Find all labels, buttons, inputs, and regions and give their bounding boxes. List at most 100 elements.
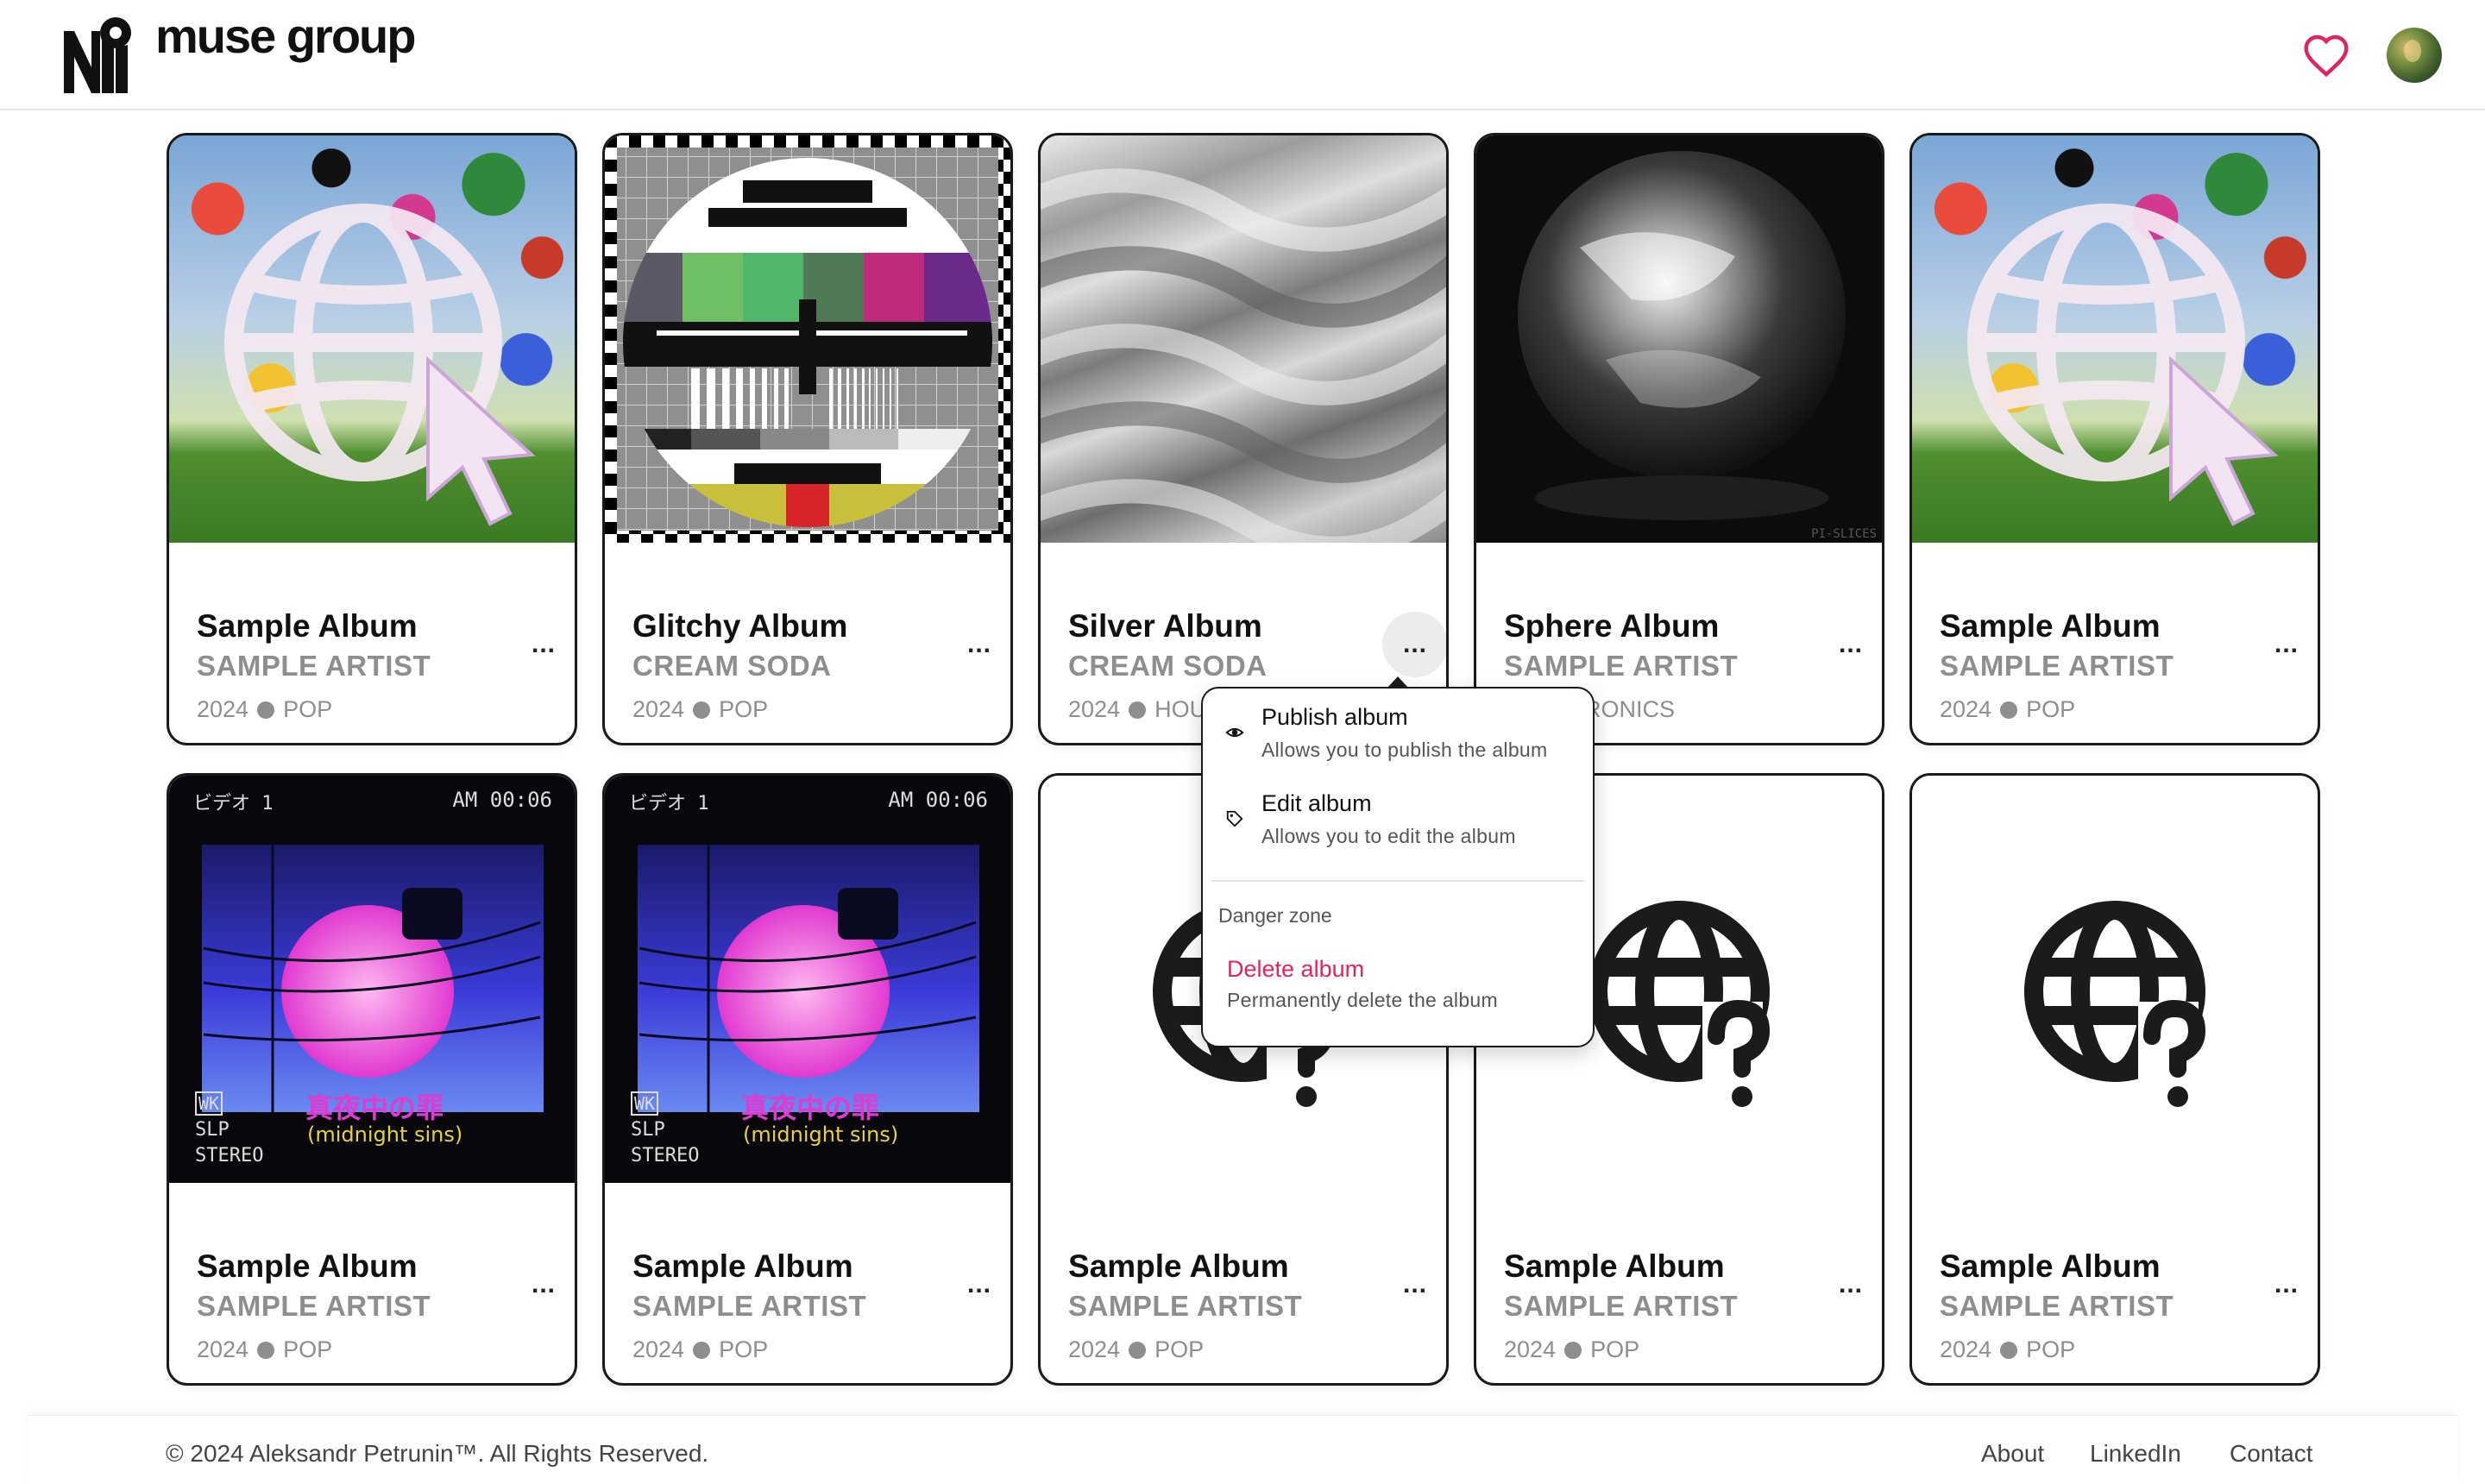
cover-label-en: (midnight sins) [743, 1122, 899, 1147]
glass-sphere-art [1518, 151, 1846, 520]
album-genre: POP [719, 1336, 769, 1362]
cover-label-en: (midnight sins) [307, 1122, 463, 1147]
album-year: 2024 [197, 1336, 249, 1362]
cover-caption: PI-SLICES [1811, 527, 1877, 541]
silver-waves-art [1041, 168, 1446, 543]
album-more-button[interactable]: ... [511, 1252, 575, 1317]
album-meta: 2024 POP [1068, 1336, 1204, 1363]
menu-item-publish[interactable]: Publish album Allows you to publish the … [1203, 704, 1593, 787]
menu-item-title: Edit album [1261, 790, 1372, 816]
album-title: Sample Album [197, 608, 418, 644]
album-meta: 2024 POP [632, 696, 768, 723]
album-artist[interactable]: SAMPLE ARTIST [1940, 650, 2174, 682]
album-more-button[interactable]: ... [1818, 1252, 1882, 1317]
album-cover-midnight-sins: ビデオ 1 AM 00:06 WK 真夜中の罪 SLP (midnight si… [169, 776, 575, 1183]
album-year: 2024 [1940, 696, 1992, 722]
album-artist[interactable]: CREAM SODA [632, 650, 832, 682]
copyright-text: © 2024 Aleksandr Petrunin™. All Rights R… [166, 1440, 709, 1467]
delete-album-button[interactable]: Delete album [1227, 956, 1364, 983]
menu-item-description: Allows you to edit the album [1261, 825, 1516, 847]
album-cover-placeholder [1912, 776, 2318, 1183]
album-cover-globe-collage [169, 135, 575, 543]
menu-divider [1211, 880, 1584, 882]
album-artist[interactable]: SAMPLE ARTIST [197, 1290, 431, 1323]
album-card[interactable]: Sample Album SAMPLE ARTIST 2024 POP ... [167, 133, 577, 745]
album-card[interactable]: Silver Album CREAM SODA 2024 HOU ... [1038, 133, 1449, 745]
album-artist[interactable]: SAMPLE ARTIST [632, 1290, 866, 1323]
album-more-button[interactable]: ... [2254, 1252, 2318, 1317]
album-artist[interactable]: CREAM SODA [1068, 650, 1268, 682]
menu-item-edit[interactable]: Edit album Allows you to edit the album [1203, 790, 1593, 873]
separator-dot [1129, 701, 1147, 719]
album-genre: HOU [1154, 696, 1207, 722]
globe-cursor-icon [224, 204, 536, 526]
footer-link-linkedin[interactable]: LinkedIn [2090, 1440, 2181, 1468]
album-more-button[interactable]: ... [1382, 612, 1446, 677]
album-artist[interactable]: SAMPLE ARTIST [1940, 1290, 2174, 1323]
album-title: Sample Album [1504, 1248, 1725, 1284]
album-title: Sample Album [197, 1248, 418, 1284]
menu-item-title: Publish album [1261, 704, 1408, 730]
footer-link-contact[interactable]: Contact [2230, 1440, 2313, 1468]
separator-dot [257, 701, 275, 719]
album-artist[interactable]: SAMPLE ARTIST [1504, 1290, 1738, 1323]
album-more-button[interactable]: ... [1818, 612, 1882, 677]
favorites-button[interactable] [2299, 28, 2354, 83]
album-artist[interactable]: SAMPLE ARTIST [1068, 1290, 1302, 1323]
album-title: Sample Album [1068, 1248, 1289, 1284]
album-more-button[interactable]: ... [1382, 1252, 1446, 1317]
album-meta: 2024 POP [1940, 696, 2075, 723]
globe-cursor-icon [1967, 204, 2279, 526]
footer-link-about[interactable]: About [1981, 1440, 2044, 1468]
cover-label-slp: SLP [631, 1119, 665, 1141]
cover-label-stereo: STEREO [195, 1145, 264, 1166]
album-meta: 2024 POP [197, 1336, 332, 1363]
muse-logo-icon [64, 17, 131, 93]
album-more-button[interactable]: ... [2254, 612, 2318, 677]
brand-logo[interactable]: muse group [62, 9, 416, 97]
album-card[interactable]: ビデオ 1 AM 00:06 WK 真夜中の罪 SLP (midnight si… [602, 773, 1013, 1386]
user-avatar[interactable] [2387, 28, 2442, 83]
album-year: 2024 [1504, 1336, 1557, 1362]
album-genre: POP [2026, 696, 2076, 722]
brand-name: muse group [155, 9, 416, 63]
album-year: 2024 [632, 1336, 685, 1362]
cover-label-top-left: ビデオ 1 [629, 793, 709, 814]
album-card[interactable]: Sample Album SAMPLE ARTIST 2024 POP ... [1909, 773, 2320, 1386]
album-year: 2024 [1940, 1336, 1992, 1362]
album-meta: 2024 POP [1940, 1336, 2075, 1363]
separator-dot [1564, 1341, 1582, 1359]
album-cover-globe-collage [1912, 135, 2318, 543]
album-genre: POP [2026, 1336, 2076, 1362]
cover-label-top-right: AM 00:06 [452, 788, 552, 812]
eye-icon [1225, 727, 1244, 738]
album-title: Sample Album [1940, 608, 2161, 644]
album-meta: 2024 POP [197, 696, 332, 723]
album-meta: 2024 POP [632, 1336, 768, 1363]
heart-icon [2304, 35, 2349, 78]
album-year: 2024 [1068, 1336, 1121, 1362]
menu-caret [1387, 676, 1408, 688]
cover-label-top-right: AM 00:06 [888, 788, 988, 812]
album-artist[interactable]: SAMPLE ARTIST [197, 650, 431, 682]
album-genre: POP [1154, 1336, 1205, 1362]
album-card[interactable]: PI-SLICES Sphere Album SAMPLE ARTIST ELE… [1474, 133, 1884, 745]
album-genre: POP [283, 1336, 333, 1362]
album-more-button[interactable]: ... [511, 612, 575, 677]
delete-album-description: Permanently delete the album [1227, 989, 1498, 1011]
album-more-button[interactable]: ... [947, 1252, 1010, 1317]
top-bar: muse group [0, 0, 2485, 110]
cover-label-slp: SLP [195, 1119, 230, 1141]
menu-section-label: Danger zone [1218, 904, 1332, 927]
cover-label-wk: WK [195, 1091, 223, 1116]
album-card[interactable]: ビデオ 1 AM 00:06 WK 真夜中の罪 SLP (midnight si… [167, 773, 577, 1386]
album-more-button[interactable]: ... [947, 612, 1010, 677]
album-card[interactable]: Sample Album SAMPLE ARTIST 2024 POP ... [1909, 133, 2320, 745]
album-title: Sphere Album [1504, 608, 1720, 644]
album-artist[interactable]: SAMPLE ARTIST [1504, 650, 1738, 682]
tag-icon [1226, 810, 1243, 827]
album-actions-menu: Publish album Allows you to publish the … [1201, 687, 1595, 1047]
album-cover-tv-test-pattern [605, 135, 1010, 543]
album-card[interactable]: Glitchy Album CREAM SODA 2024 POP ... [602, 133, 1013, 745]
album-year: 2024 [632, 696, 685, 722]
